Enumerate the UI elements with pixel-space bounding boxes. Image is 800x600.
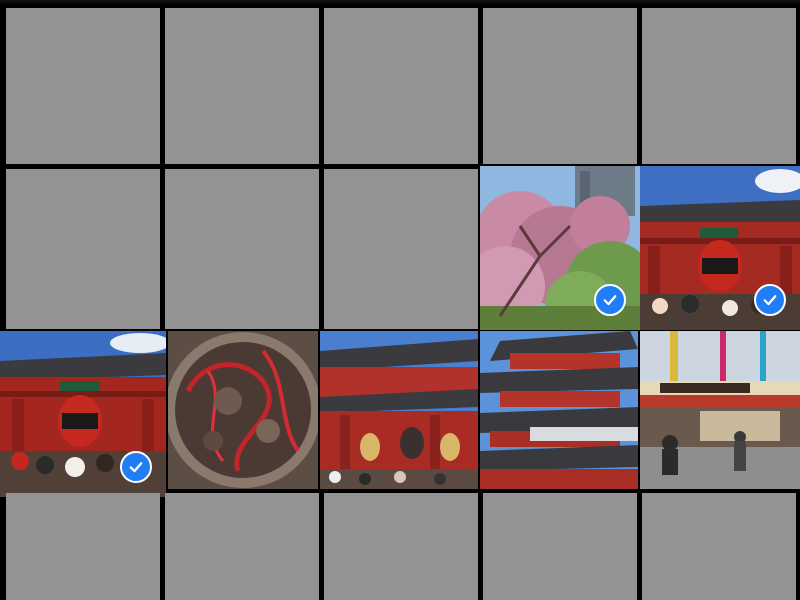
photo-r2c2[interactable] (165, 169, 319, 329)
photo-r4c4[interactable] (483, 493, 637, 600)
photo-r1c4[interactable] (483, 8, 637, 164)
photo-r2c5-kaminarimon[interactable] (640, 166, 800, 330)
photo-r3c5-street[interactable] (640, 331, 800, 489)
photo-grid (0, 0, 800, 600)
photo-r4c5[interactable] (642, 493, 796, 600)
photo-r1c5[interactable] (642, 8, 796, 164)
selected-checkmark (120, 451, 152, 483)
selected-checkmark (754, 284, 786, 316)
photo-r1c3[interactable] (324, 8, 478, 164)
photo-r4c2[interactable] (165, 493, 319, 600)
photo-r3c3-hozomon[interactable] (320, 331, 478, 489)
photo-r1c2[interactable] (165, 8, 319, 164)
temple-gate-image (320, 331, 478, 489)
photo-r2c4-cherry-blossom[interactable] (480, 166, 640, 330)
checkmark-icon (763, 295, 777, 306)
photo-r2c1[interactable] (6, 169, 160, 329)
photo-r3c2-dragon-plate[interactable] (168, 331, 318, 489)
shop-street-image (640, 331, 800, 489)
checkmark-icon (603, 295, 617, 306)
photo-r4c1[interactable] (6, 493, 160, 600)
checkmark-icon (129, 462, 143, 473)
photo-r3c1-kaminarimon[interactable] (0, 331, 166, 497)
selected-checkmark (594, 284, 626, 316)
photo-r3c4-pagoda[interactable] (480, 331, 638, 489)
photo-r4c3[interactable] (324, 493, 478, 600)
pagoda-image (480, 331, 638, 489)
photo-r1c1[interactable] (6, 8, 160, 164)
photo-r2c3[interactable] (324, 169, 478, 329)
dragon-carving-image (168, 331, 318, 489)
